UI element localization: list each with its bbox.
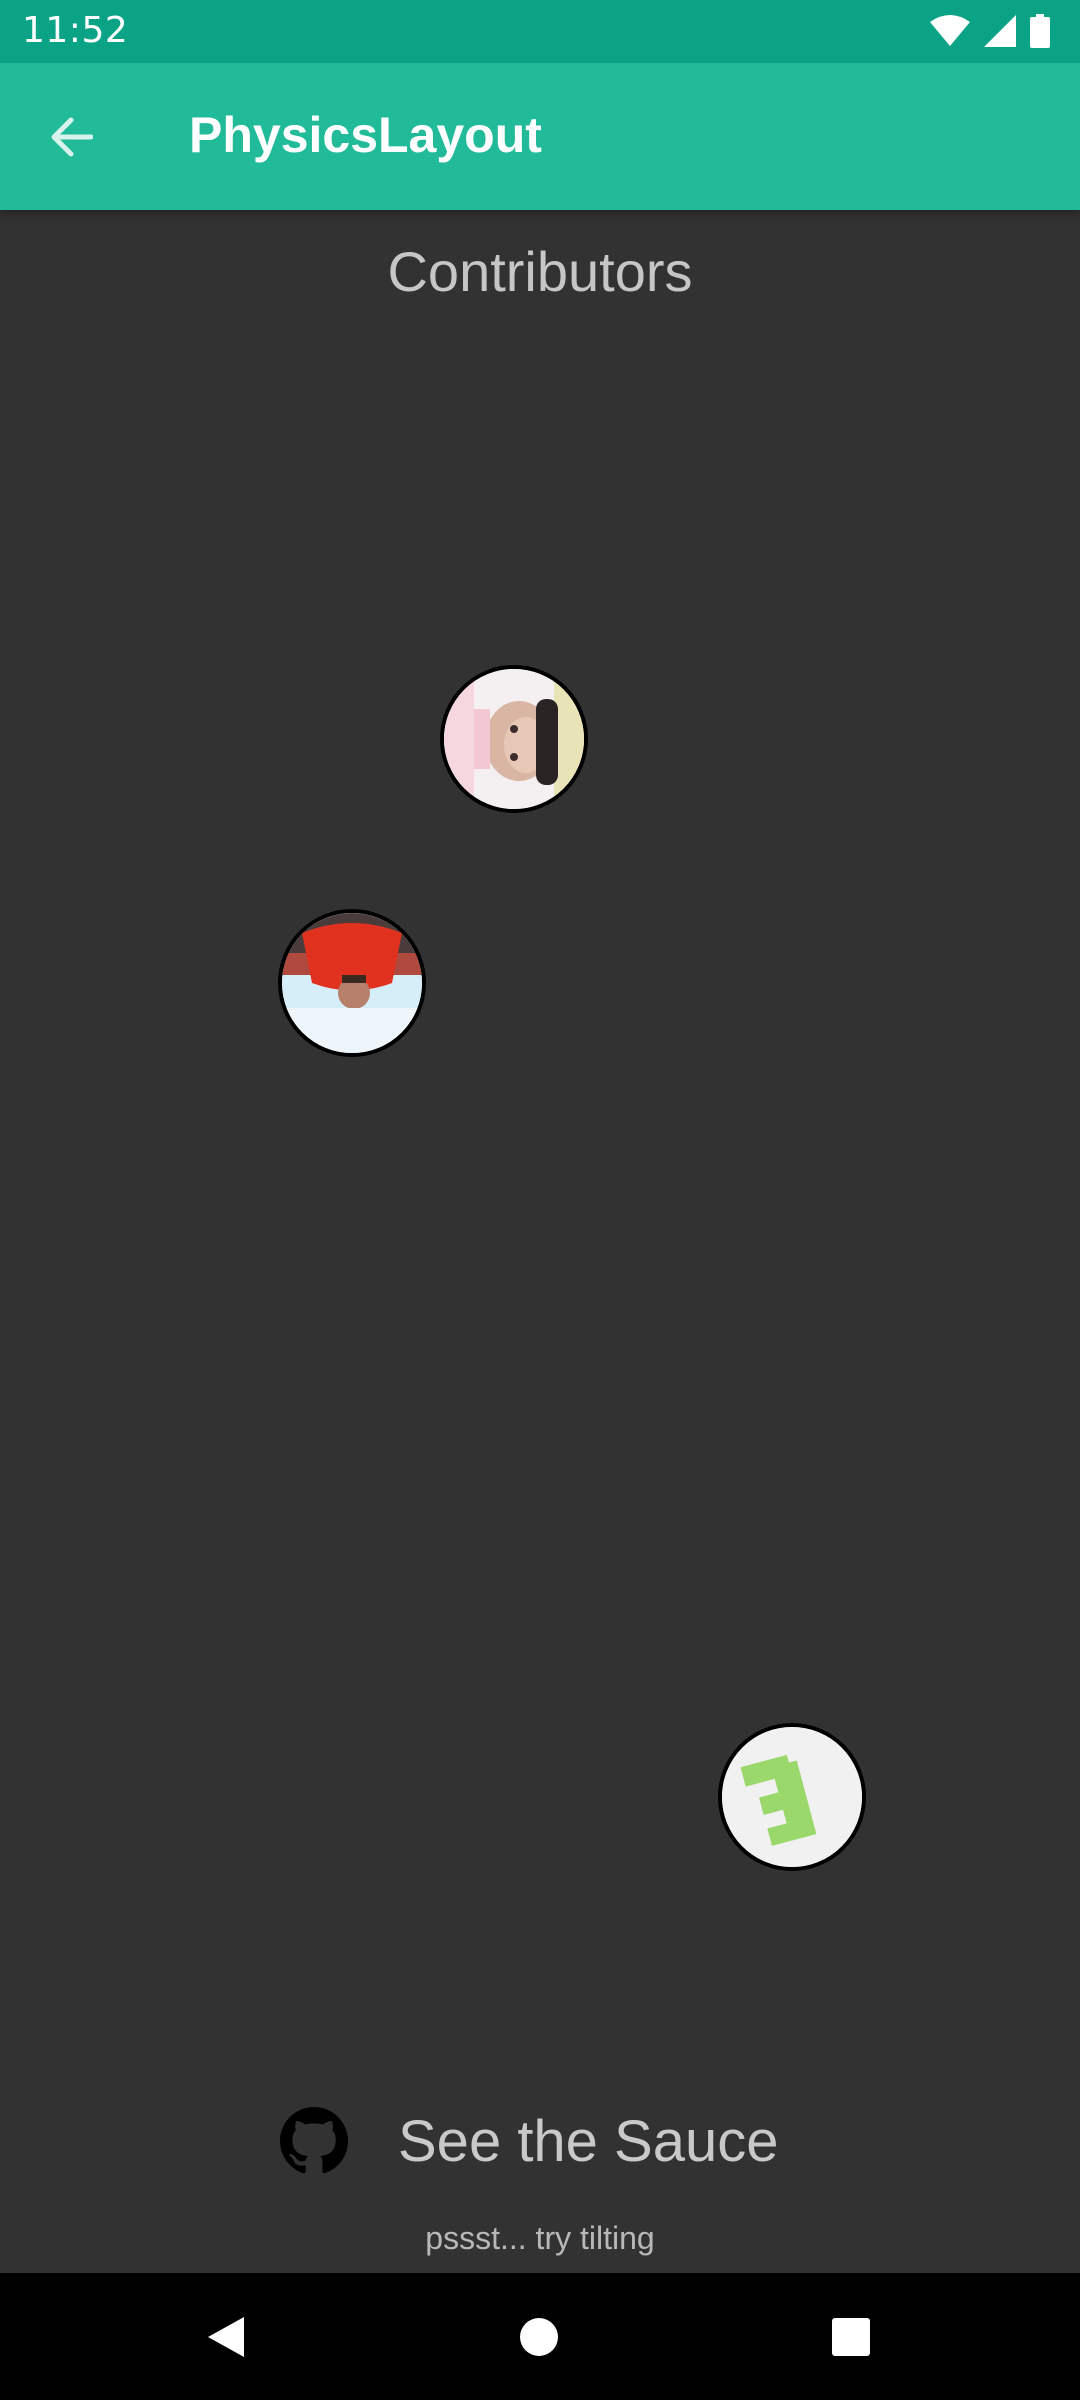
nav-back-icon: [208, 2317, 244, 2357]
hint-text: pssst... try tilting: [425, 2220, 655, 2256]
see-the-sauce-label: See the Sauce: [398, 2108, 779, 2174]
wifi-icon: [930, 15, 970, 46]
battery-icon: [1030, 14, 1050, 48]
see-the-sauce-link[interactable]: See the Sauce: [280, 2103, 779, 2179]
status-bar: 11:52: [0, 0, 1080, 63]
cellular-signal-icon: [984, 15, 1016, 47]
contributor-photo-1: [444, 669, 584, 809]
screen: 11:52 PhysicsLayout Contributors See the…: [0, 0, 1080, 2400]
app-bar: PhysicsLayout: [0, 63, 1080, 210]
app-title: PhysicsLayout: [189, 107, 542, 163]
back-button[interactable]: [30, 101, 112, 173]
status-time: 11:52: [22, 10, 129, 51]
nav-recents-icon: [832, 2318, 870, 2356]
contributor-avatar-2[interactable]: [278, 909, 426, 1057]
contributor-avatar-1[interactable]: [440, 665, 588, 813]
nav-home-button[interactable]: [503, 2301, 575, 2373]
contributor-avatar-3[interactable]: [718, 1723, 866, 1871]
contributor-logo-3: [722, 1727, 862, 1867]
contributors-title: Contributors: [387, 240, 693, 303]
nav-recents-button[interactable]: [815, 2301, 887, 2373]
arrow-back-icon: [51, 117, 93, 157]
navigation-bar: [0, 2273, 1080, 2400]
github-icon: [280, 2107, 348, 2174]
status-icons: [930, 12, 1050, 50]
contributor-photo-2: [282, 913, 422, 1053]
nav-back-button[interactable]: [190, 2301, 262, 2373]
nav-home-icon: [520, 2318, 558, 2356]
